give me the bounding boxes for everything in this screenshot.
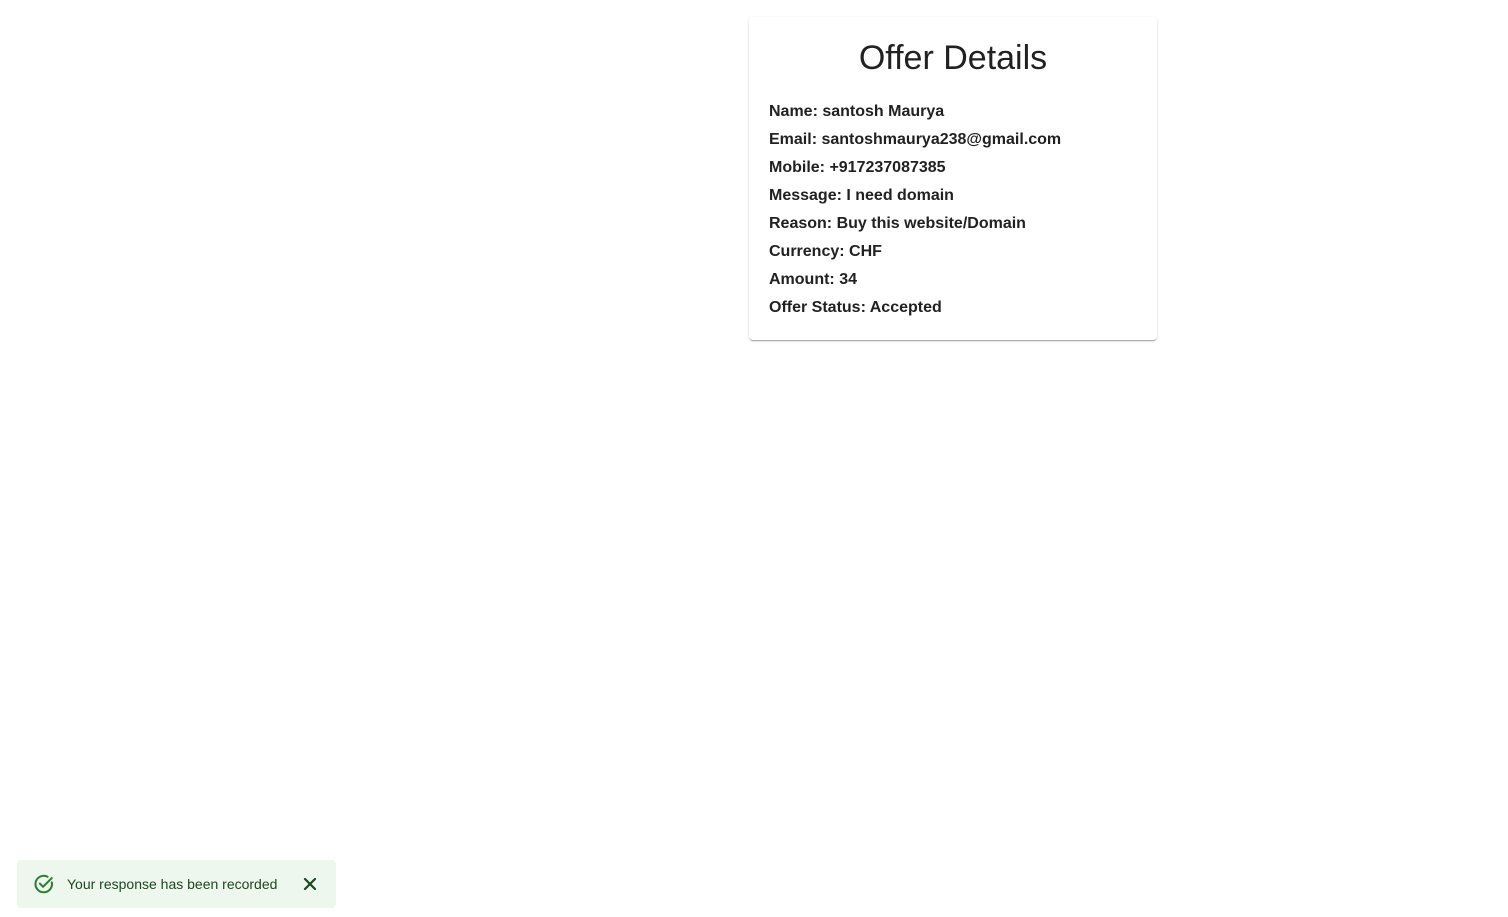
detail-offer-status: Offer Status: Accepted bbox=[769, 299, 942, 316]
detail-amount: Amount: 34 bbox=[769, 271, 857, 288]
detail-name: Name: santosh Maurya bbox=[769, 103, 945, 120]
offer-details-card: Offer Details Name: santosh Maurya Email… bbox=[749, 17, 1157, 340]
close-snackbar-button[interactable] bbox=[298, 872, 322, 896]
detail-reason: Reason: Buy this website/Domain bbox=[769, 215, 1026, 232]
snackbar-message: Your response has been recorded bbox=[67, 876, 278, 892]
detail-currency: Currency: CHF bbox=[769, 243, 882, 260]
check-circle-icon bbox=[33, 873, 55, 895]
card-title: Offer Details bbox=[858, 39, 1048, 77]
detail-message: Message: I need domain bbox=[769, 187, 954, 204]
offer-detail-list: Name: santosh Maurya Email: santoshmaury… bbox=[769, 98, 1137, 322]
detail-mobile: Mobile: +917237087385 bbox=[769, 159, 946, 176]
close-icon bbox=[303, 877, 317, 891]
success-snackbar: Your response has been recorded bbox=[17, 860, 336, 908]
detail-email: Email: santoshmaurya238@gmail.com bbox=[769, 131, 1062, 148]
